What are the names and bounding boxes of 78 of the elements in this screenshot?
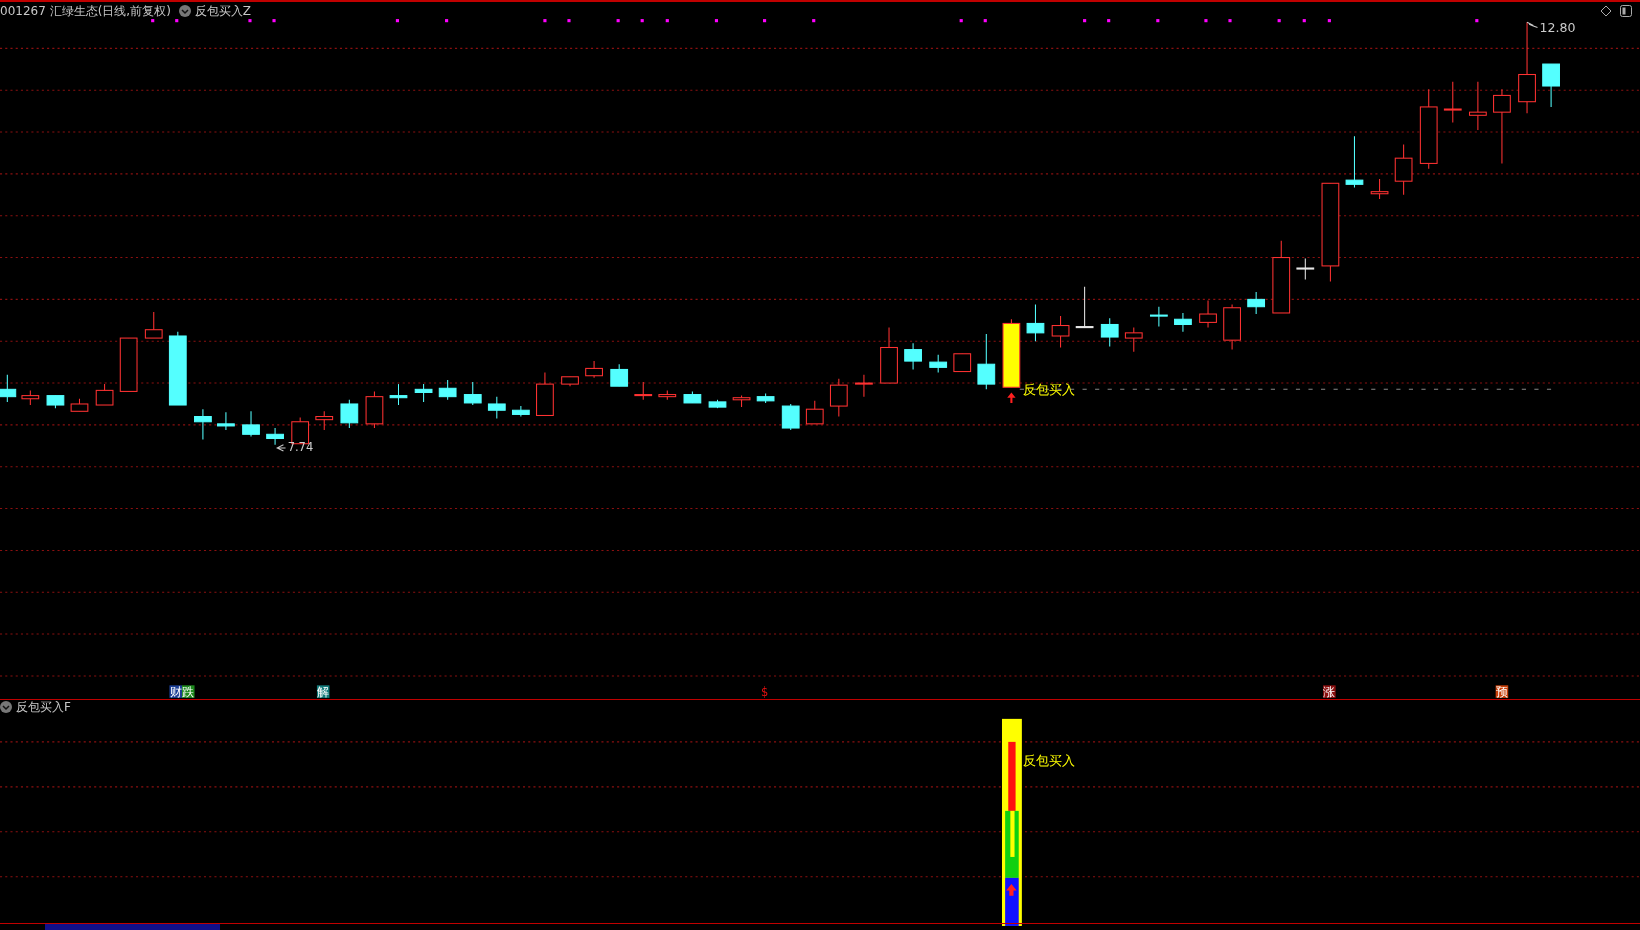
candlestick: [929, 354, 948, 374]
candlestick: [1345, 135, 1364, 188]
event-tag[interactable]: $: [760, 684, 769, 699]
candlestick: [1124, 327, 1143, 353]
candlestick: [1223, 304, 1241, 351]
candlestick: [683, 390, 702, 404]
candlestick: [953, 353, 972, 373]
candlestick: [1443, 81, 1462, 124]
candlestick: [1370, 178, 1389, 200]
candlestick: [1150, 306, 1168, 328]
candlestick: [1199, 299, 1217, 329]
low-price-label: 7.74: [287, 440, 314, 455]
candlestick: [1051, 315, 1070, 348]
panel-toggle-icon[interactable]: [1620, 4, 1632, 17]
leader-line: [276, 444, 287, 452]
candlestick: [463, 381, 482, 406]
candlestick: [1296, 258, 1315, 281]
candlestick: [561, 376, 579, 387]
candlestick: [194, 408, 212, 441]
chevron-down-icon[interactable]: [0, 701, 12, 713]
candlestick: [21, 389, 40, 406]
candlestick: [144, 311, 163, 339]
high-price-label: 12.80: [1539, 19, 1576, 35]
candlestick: [610, 363, 629, 387]
event-tag[interactable]: 跌: [182, 684, 195, 699]
candlestick: [0, 374, 17, 403]
candlestick: [1100, 317, 1119, 347]
candlestick: [781, 403, 800, 431]
candlestick: [438, 379, 457, 401]
candlestick: [1174, 312, 1192, 333]
candlestick: [389, 383, 408, 406]
candlestick: [658, 389, 677, 401]
candlestick: [217, 411, 235, 431]
candlestick: [1002, 318, 1021, 388]
candlestick: [1026, 304, 1045, 342]
candlestick: [95, 383, 114, 406]
indicator-name: 反包买入Z: [194, 4, 252, 17]
candlestick: [340, 399, 359, 429]
signal-label: 反包买入: [1022, 381, 1075, 397]
candlestick: [536, 372, 554, 416]
diamond-icon[interactable]: [1600, 4, 1612, 17]
candlestick: [805, 400, 824, 425]
candlestick: [511, 405, 530, 418]
candlestick: [414, 383, 433, 403]
candlestick: [46, 395, 65, 409]
candlestick: [315, 410, 334, 431]
candlestick: [880, 327, 898, 384]
candlestick: [1469, 81, 1487, 131]
candlestick: [756, 393, 775, 404]
candlestick: [708, 399, 727, 409]
candlestick: [1247, 291, 1266, 315]
candlestick: [242, 410, 260, 437]
candlestick: [266, 427, 284, 446]
up-arrow-icon: [1006, 884, 1017, 896]
candlestick: [585, 360, 603, 379]
candlestick: [732, 395, 751, 408]
candlestick: [487, 396, 506, 420]
candlestick: [119, 337, 138, 392]
signal-label: 反包买入: [1022, 752, 1075, 768]
candlestick: [977, 333, 996, 390]
candlestick: [1394, 144, 1413, 196]
candlestick: [904, 342, 922, 370]
candlestick: [70, 398, 89, 412]
event-tag[interactable]: 解: [317, 684, 330, 699]
event-tag[interactable]: 财: [169, 684, 182, 699]
up-arrow-icon: [1007, 392, 1016, 403]
candlestick: [365, 390, 384, 429]
chevron-down-icon[interactable]: [178, 4, 191, 17]
candlestick: [855, 374, 873, 398]
candlestick: [1542, 63, 1560, 108]
stock-title: 001267 汇绿生态(日线,前复权): [0, 4, 171, 17]
indicator-name: 反包买入F: [16, 701, 71, 713]
event-tag[interactable]: 预: [1495, 684, 1508, 699]
candlestick: [634, 381, 653, 401]
candlestick: [829, 378, 848, 418]
event-tag[interactable]: 涨: [1323, 684, 1336, 699]
candlestick: [1075, 286, 1094, 329]
leader-line: [1526, 21, 1539, 28]
